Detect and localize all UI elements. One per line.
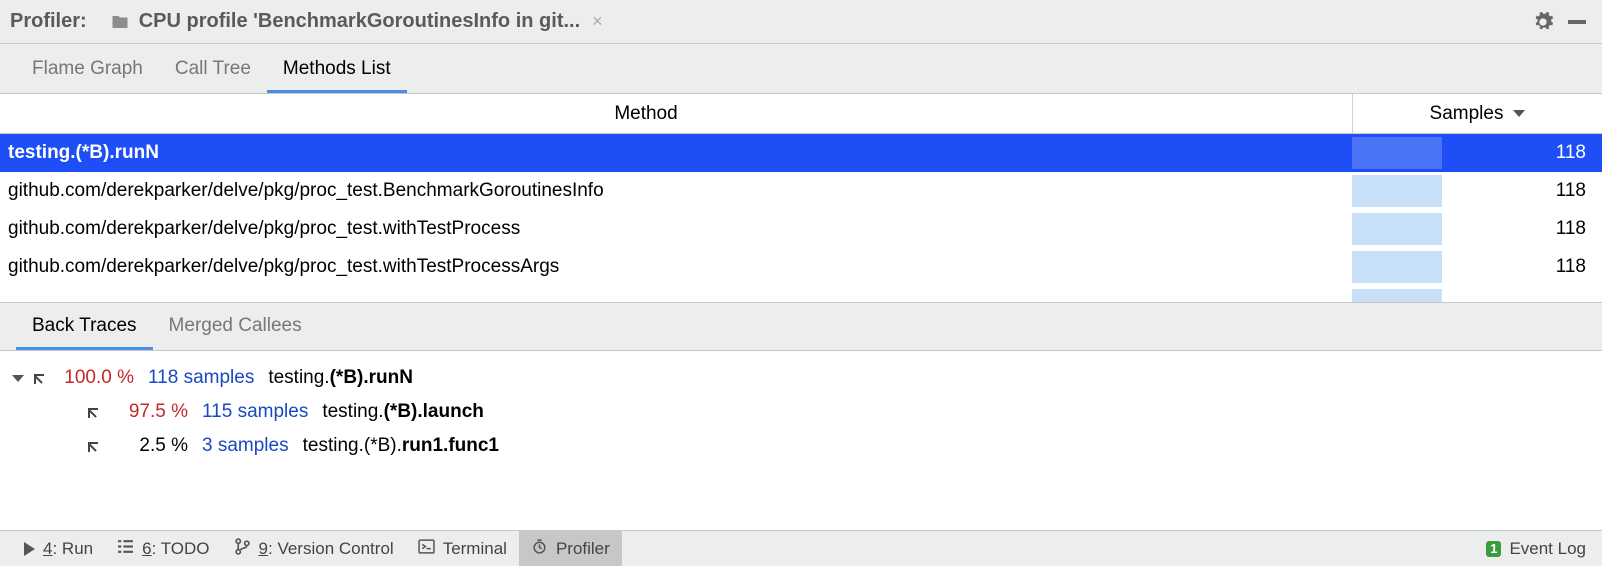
table-row-partial xyxy=(0,286,1602,302)
samples-bar xyxy=(1352,134,1442,172)
samples-bar xyxy=(1352,172,1442,210)
tool-window-profiler[interactable]: Profiler xyxy=(519,531,622,566)
tree-pct: 97.5 % xyxy=(110,401,188,423)
column-header-samples[interactable]: Samples xyxy=(1352,94,1602,133)
profiler-label: Profiler: xyxy=(10,10,87,33)
caller-arrow-icon xyxy=(84,404,100,420)
detail-tabs: Back Traces Merged Callees xyxy=(0,303,1602,351)
view-tabs: Flame Graph Call Tree Methods List xyxy=(0,44,1602,94)
samples-cell: 118 xyxy=(1442,256,1602,278)
minimize-icon[interactable] xyxy=(1568,20,1586,24)
tool-window-version-control[interactable]: 9: Version Control xyxy=(222,531,406,566)
tree-pct: 2.5 % xyxy=(110,435,188,457)
table-row[interactable]: github.com/derekparker/delve/pkg/proc_te… xyxy=(0,210,1602,248)
samples-bar xyxy=(1352,210,1442,248)
tool-window-todo[interactable]: 6: TODO xyxy=(105,531,221,566)
expand-arrow-icon[interactable] xyxy=(12,375,24,382)
samples-header-label: Samples xyxy=(1430,103,1504,125)
tree-method: testing.(*B).runN xyxy=(268,367,413,389)
profiler-header: Profiler: CPU profile 'BenchmarkGoroutin… xyxy=(0,0,1602,44)
tree-node[interactable]: 97.5 % 115 samples testing.(*B).launch xyxy=(12,395,1590,429)
method-cell: github.com/derekparker/delve/pkg/proc_te… xyxy=(0,218,1352,240)
tab-merged-callees[interactable]: Merged Callees xyxy=(153,301,318,350)
method-cell: github.com/derekparker/delve/pkg/proc_te… xyxy=(0,256,1352,278)
method-cell: testing.(*B).runN xyxy=(0,142,1352,164)
branch-icon xyxy=(234,538,251,560)
tree-pct: 100.0 % xyxy=(56,367,134,389)
samples-cell: 118 xyxy=(1442,218,1602,240)
todo-list-icon xyxy=(117,538,134,560)
tool-window-run[interactable]: 4: Run xyxy=(12,531,105,566)
samples-cell: 118 xyxy=(1442,180,1602,202)
terminal-icon xyxy=(418,538,435,560)
tree-method: testing.(*B).launch xyxy=(322,401,484,423)
methods-table-body: testing.(*B).runN 118 github.com/derekpa… xyxy=(0,134,1602,302)
caller-arrow-icon xyxy=(30,370,46,386)
tree-samples: 3 samples xyxy=(202,435,289,457)
table-row[interactable]: github.com/derekparker/delve/pkg/proc_te… xyxy=(0,248,1602,286)
table-header: Method Samples xyxy=(0,94,1602,134)
tree-samples: 115 samples xyxy=(202,401,308,423)
column-header-method[interactable]: Method xyxy=(0,103,1352,125)
folder-icon xyxy=(109,13,131,31)
play-icon xyxy=(24,542,35,556)
gear-icon[interactable] xyxy=(1532,11,1554,33)
clock-icon xyxy=(531,538,548,560)
tab-call-tree[interactable]: Call Tree xyxy=(159,44,267,93)
back-traces-tree: 100.0 % 118 samples testing.(*B).runN 97… xyxy=(0,351,1602,530)
table-row[interactable]: testing.(*B).runN 118 xyxy=(0,134,1602,172)
tree-node[interactable]: 100.0 % 118 samples testing.(*B).runN xyxy=(12,361,1590,395)
detail-panel: Back Traces Merged Callees 100.0 % 118 s… xyxy=(0,302,1602,530)
tree-method: testing.(*B).run1.func1 xyxy=(303,435,499,457)
tool-window-terminal[interactable]: Terminal xyxy=(406,531,519,566)
tab-flame-graph[interactable]: Flame Graph xyxy=(16,44,159,93)
tree-samples: 118 samples xyxy=(148,367,254,389)
event-count-badge: 1 xyxy=(1486,541,1501,557)
close-tab-icon[interactable]: × xyxy=(592,11,603,32)
status-bar: 4: Run 6: TODO 9: Version Control Termin… xyxy=(0,530,1602,566)
tab-methods-list[interactable]: Methods List xyxy=(267,44,407,93)
tree-node[interactable]: 2.5 % 3 samples testing.(*B).run1.func1 xyxy=(12,429,1590,463)
caller-arrow-icon xyxy=(84,438,100,454)
tab-back-traces[interactable]: Back Traces xyxy=(16,301,153,350)
event-log-label: Event Log xyxy=(1509,539,1586,559)
samples-bar xyxy=(1352,248,1442,286)
event-log[interactable]: 1 Event Log xyxy=(1474,531,1590,566)
samples-cell: 118 xyxy=(1442,142,1602,164)
table-row[interactable]: github.com/derekparker/delve/pkg/proc_te… xyxy=(0,172,1602,210)
method-cell: github.com/derekparker/delve/pkg/proc_te… xyxy=(0,180,1352,202)
sort-desc-icon xyxy=(1513,110,1525,117)
profile-title: CPU profile 'BenchmarkGoroutinesInfo in … xyxy=(139,10,580,33)
